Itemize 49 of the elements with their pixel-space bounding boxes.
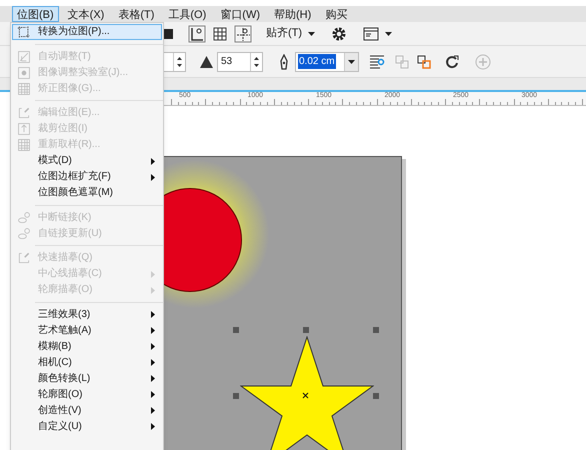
menu-item[interactable]: 自定义(U) bbox=[12, 418, 162, 434]
outline-width-field[interactable]: 0.02 cm bbox=[295, 52, 359, 72]
edit-icon bbox=[17, 106, 31, 120]
link-icon bbox=[17, 226, 31, 240]
caret-icon bbox=[308, 32, 316, 36]
menu-item[interactable]: 模式(D) bbox=[12, 153, 162, 169]
spinner-icon[interactable] bbox=[177, 56, 182, 66]
number-field[interactable]: 53 bbox=[217, 52, 263, 72]
grid-icon bbox=[17, 138, 31, 152]
menu-item[interactable]: 表格(T) bbox=[113, 6, 160, 22]
spinner-icon[interactable] bbox=[254, 56, 259, 66]
grid-icon[interactable] bbox=[212, 26, 228, 42]
number-value: 53 bbox=[220, 55, 232, 69]
menu-item[interactable]: 艺术笔触(A) bbox=[12, 322, 162, 338]
menu-item[interactable]: 工具(O) bbox=[163, 6, 212, 22]
guide-icon[interactable] bbox=[234, 24, 252, 42]
menu-item[interactable]: 位图(B) bbox=[12, 6, 59, 22]
menu-item[interactable]: 帮助(H) bbox=[269, 6, 316, 22]
menu-item[interactable]: 位图边框扩充(F) bbox=[12, 169, 162, 185]
caret-icon[interactable] bbox=[348, 60, 355, 64]
corner-icon[interactable] bbox=[188, 24, 206, 42]
menu-item[interactable]: 转换为位图(P)... bbox=[12, 24, 162, 40]
menu-item[interactable]: 位图颜色遮罩(M) bbox=[12, 185, 162, 201]
settings-icon[interactable] bbox=[331, 26, 348, 42]
rotate-icon[interactable] bbox=[445, 54, 459, 68]
snap-dropdown[interactable]: 贴齐(T) bbox=[266, 25, 302, 42]
menu-item[interactable]: 购买 bbox=[320, 6, 352, 22]
link-icon bbox=[17, 210, 31, 224]
lab-icon bbox=[17, 66, 31, 80]
menu-item[interactable]: 文本(X) bbox=[62, 6, 110, 22]
menu-item[interactable]: 轮廓图(O) bbox=[12, 386, 162, 402]
menu-item[interactable]: 创造性(V) bbox=[12, 402, 162, 418]
caret-icon bbox=[385, 32, 392, 36]
triangle-icon bbox=[200, 56, 213, 68]
menu-item[interactable]: 相机(C) bbox=[12, 354, 162, 370]
auto-icon bbox=[17, 50, 31, 64]
convert-icon bbox=[17, 25, 31, 39]
front-minus-back-icon[interactable] bbox=[417, 54, 431, 68]
menu-item[interactable]: 模糊(B) bbox=[12, 338, 162, 354]
outline-width-value: 0.02 cm bbox=[298, 54, 336, 69]
pen-nib-icon bbox=[279, 54, 289, 70]
text-wrap-icon[interactable] bbox=[369, 54, 385, 70]
grid-icon bbox=[17, 82, 31, 96]
menu-item[interactable]: 窗口(W) bbox=[215, 6, 265, 22]
window-icon[interactable] bbox=[363, 26, 380, 40]
menu-item[interactable]: 三维效果(3) bbox=[12, 306, 162, 322]
edit-icon bbox=[17, 251, 31, 265]
menu-item[interactable]: 颜色转换(L) bbox=[12, 370, 162, 386]
selection-handles[interactable] bbox=[233, 327, 379, 401]
